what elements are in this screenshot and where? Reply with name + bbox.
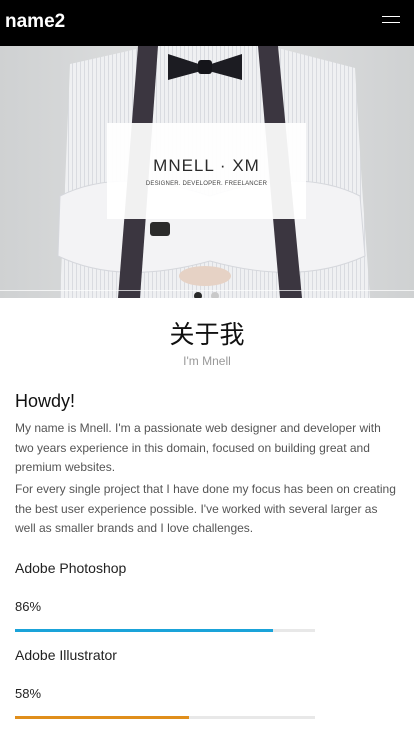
hero-divider <box>0 290 414 291</box>
hamburger-menu-icon[interactable] <box>382 12 400 26</box>
skill-progress-fill <box>15 629 273 632</box>
top-navbar: name2 <box>0 0 414 46</box>
carousel-indicators <box>193 292 223 298</box>
skill-percent: 58% <box>15 686 42 701</box>
hero-subtitle: DESIGNER. DEVELOPER. FREELANCER <box>145 181 268 187</box>
hero-title: MNELL · XM <box>153 156 260 175</box>
menu-line <box>382 22 400 23</box>
menu-line <box>382 16 400 17</box>
skill-name: Adobe Photoshop <box>15 560 127 576</box>
section-subheading: I'm Mnell <box>183 354 231 368</box>
skill-progress-track <box>15 629 315 632</box>
brand-logo[interactable]: name2 <box>5 11 65 33</box>
hero-carousel[interactable]: MNELL · XM DESIGNER. DEVELOPER. FREELANC… <box>0 46 414 298</box>
skill-name: Adobe Illustrator <box>15 647 117 663</box>
carousel-dot-active[interactable] <box>194 292 202 298</box>
about-paragraph: For every single project that I have don… <box>15 482 396 535</box>
skill-progress-track <box>15 716 315 719</box>
skill-progress-fill <box>15 716 189 719</box>
hero-title-card: MNELL · XM DESIGNER. DEVELOPER. FREELANC… <box>107 123 306 219</box>
section-heading: 关于我 <box>169 321 245 349</box>
skill-percent: 86% <box>15 599 42 614</box>
carousel-dot[interactable] <box>211 292 219 298</box>
greeting-heading: Howdy! <box>15 391 76 411</box>
about-paragraph: My name is Mnell. I'm a passionate web d… <box>15 421 381 474</box>
